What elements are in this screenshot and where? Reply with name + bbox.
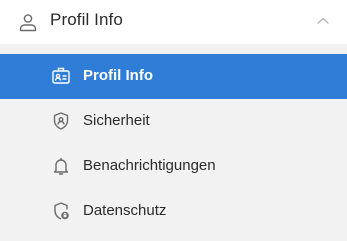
user-icon: [19, 14, 37, 32]
menu-item-benachrichtigungen[interactable]: Benachrichtigungen: [0, 144, 347, 189]
menu-item-label: Profil Info: [83, 67, 153, 84]
profile-settings-panel: Profil Info Profil Info Sicherheit Benac…: [0, 0, 347, 241]
profile-info-section-header[interactable]: Profil Info: [0, 0, 347, 44]
menu-item-datenschutz[interactable]: Datenschutz: [0, 189, 347, 234]
profile-menu: Profil Info Sicherheit Benachrichtigunge…: [0, 54, 347, 234]
menu-item-profil-info[interactable]: Profil Info: [0, 54, 347, 99]
bell-icon: [53, 157, 69, 175]
menu-item-sicherheit[interactable]: Sicherheit: [0, 99, 347, 144]
menu-item-label: Benachrichtigungen: [83, 157, 216, 174]
menu-item-label: Datenschutz: [83, 202, 167, 219]
shield-icon: [53, 112, 69, 130]
id-card-icon: [52, 67, 70, 84]
menu-item-label: Sicherheit: [83, 112, 150, 129]
chevron-up-icon[interactable]: [316, 16, 330, 26]
section-title: Profil Info: [50, 10, 123, 29]
shield-lock-icon: [54, 202, 69, 220]
